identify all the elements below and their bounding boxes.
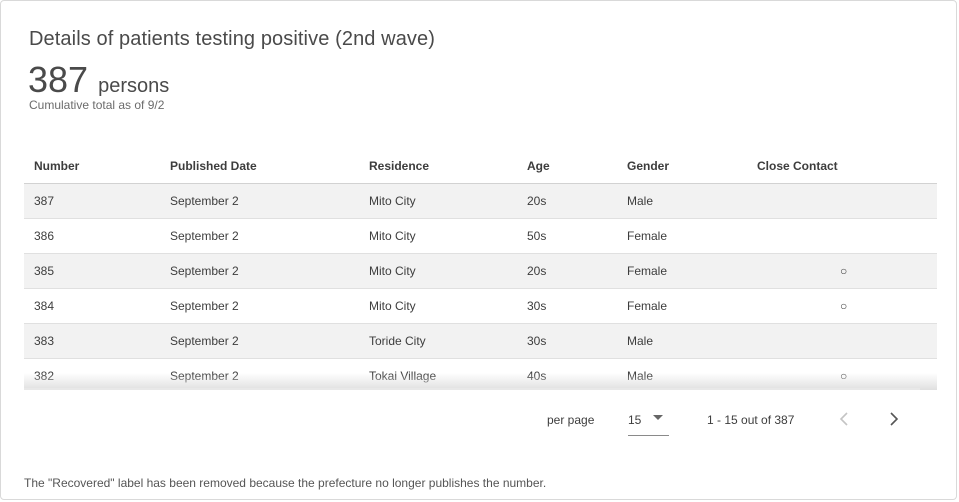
table-header-row: Number Published Date Residence Age Gend… (24, 148, 937, 184)
cell-residence: Tokai Village (369, 358, 527, 389)
patients-table-scroll[interactable]: Number Published Date Residence Age Gend… (24, 148, 937, 389)
header-close-contact[interactable]: Close Contact (757, 148, 937, 184)
cell-residence: Toride City (369, 323, 527, 359)
table-row: 387 September 2 Mito City 20s Male (24, 183, 937, 219)
table-scrollbar-track[interactable] (24, 388, 920, 390)
cell-close-contact (757, 183, 937, 219)
cell-number: 384 (24, 288, 170, 324)
per-page-value: 15 (628, 413, 642, 427)
table-row: 383 September 2 Toride City 30s Male (24, 323, 937, 359)
pagination: per page 15 1 - 15 out of 387 (1, 406, 959, 436)
cell-residence: Mito City (369, 183, 527, 219)
cell-residence: Mito City (369, 218, 527, 254)
cell-gender: Female (627, 253, 757, 289)
cell-published-date: September 2 (170, 323, 369, 359)
cell-number: 383 (24, 323, 170, 359)
cell-age: 20s (527, 183, 627, 219)
header-residence[interactable]: Residence (369, 148, 527, 184)
cell-number: 386 (24, 218, 170, 254)
cell-close-contact: ○ (757, 253, 937, 289)
table-row: 386 September 2 Mito City 50s Female (24, 218, 937, 254)
page-range: 1 - 15 out of 387 (707, 413, 795, 427)
cell-gender: Male (627, 358, 757, 389)
cell-published-date: September 2 (170, 288, 369, 324)
card-title: Details of patients testing positive (2n… (29, 28, 436, 50)
header-gender[interactable]: Gender (627, 148, 757, 184)
cell-close-contact (757, 218, 937, 254)
cell-number: 382 (24, 358, 170, 389)
patients-table: Number Published Date Residence Age Gend… (24, 148, 937, 389)
header-number[interactable]: Number (24, 148, 170, 184)
total-value: 387 (28, 59, 89, 100)
cell-close-contact: ○ (757, 288, 937, 324)
table-row: 385 September 2 Mito City 20s Female ○ (24, 253, 937, 289)
table-row: 382 September 2 Tokai Village 40s Male ○ (24, 358, 937, 389)
per-page-select[interactable]: 15 (628, 406, 669, 436)
total-unit: persons (98, 75, 170, 97)
cell-gender: Male (627, 323, 757, 359)
cell-published-date: September 2 (170, 183, 369, 219)
header-age[interactable]: Age (527, 148, 627, 184)
chevron-right-icon (890, 412, 899, 426)
cell-gender: Female (627, 218, 757, 254)
per-page-label: per page (547, 413, 595, 427)
dropdown-caret-icon (653, 415, 663, 420)
total-caption: Cumulative total as of 9/2 (29, 98, 165, 112)
prev-page-button[interactable] (833, 408, 855, 430)
cell-close-contact (757, 323, 937, 359)
header-published-date[interactable]: Published Date (170, 148, 369, 184)
cell-published-date: September 2 (170, 253, 369, 289)
footnote: The "Recovered" label has been removed b… (24, 476, 547, 490)
cell-published-date: September 2 (170, 358, 369, 389)
chevron-left-icon (839, 412, 848, 426)
next-page-button[interactable] (883, 408, 905, 430)
cell-residence: Mito City (369, 253, 527, 289)
table-row: 384 September 2 Mito City 30s Female ○ (24, 288, 937, 324)
cell-number: 387 (24, 183, 170, 219)
cell-close-contact: ○ (757, 358, 937, 389)
cell-number: 385 (24, 253, 170, 289)
cell-gender: Female (627, 288, 757, 324)
cell-age: 40s (527, 358, 627, 389)
cell-age: 30s (527, 323, 627, 359)
cell-age: 30s (527, 288, 627, 324)
cell-published-date: September 2 (170, 218, 369, 254)
patients-card: Details of patients testing positive (2n… (0, 0, 957, 500)
cell-residence: Mito City (369, 288, 527, 324)
cell-age: 20s (527, 253, 627, 289)
cell-gender: Male (627, 183, 757, 219)
total-count: 387 persons (28, 59, 169, 101)
cell-age: 50s (527, 218, 627, 254)
